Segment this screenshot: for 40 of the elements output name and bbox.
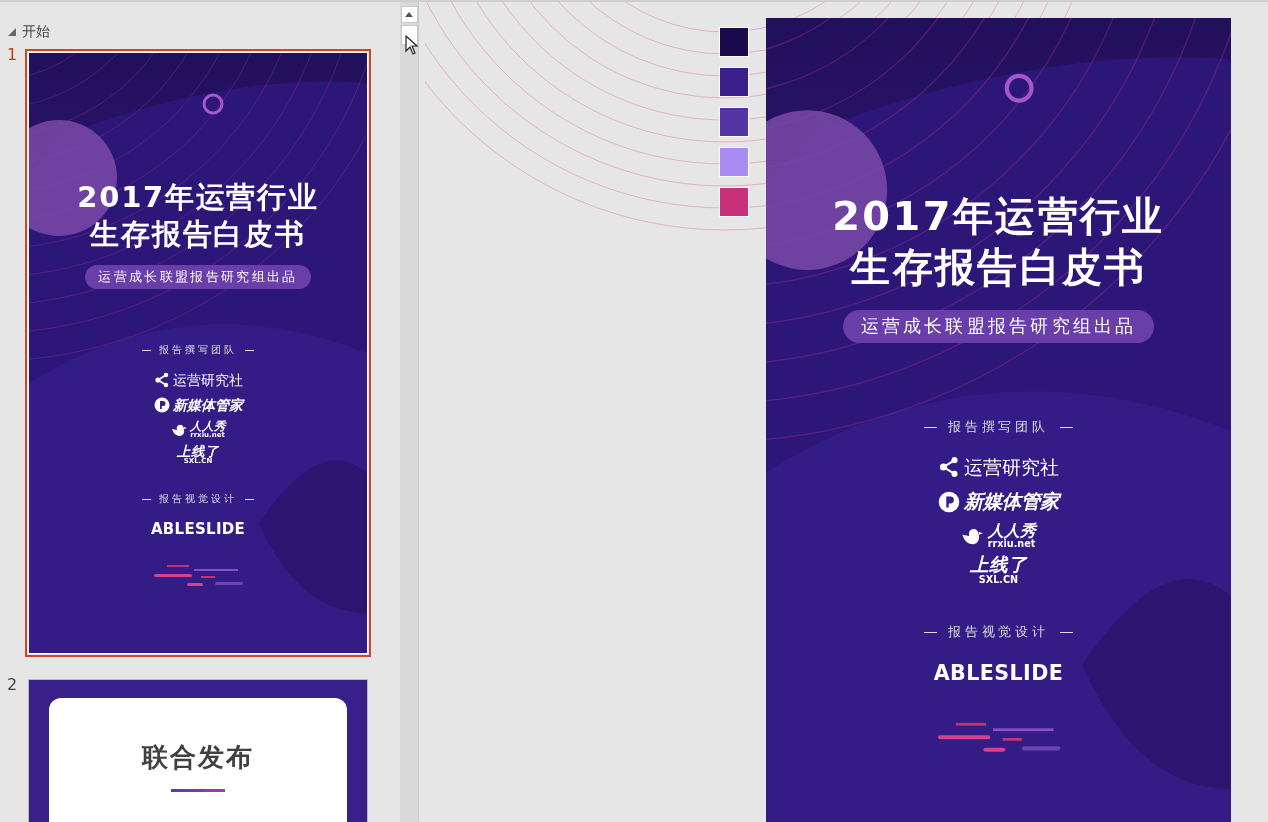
slide-thumbnail[interactable]: 联合发布 [28, 679, 368, 822]
color-swatch[interactable] [719, 67, 749, 97]
slide-title: 生存报告白皮书 [850, 243, 1147, 293]
share-icon [937, 456, 960, 479]
slide-title: 2017年运营行业 [832, 192, 1165, 242]
scroll-up-button[interactable] [400, 6, 418, 23]
designer-logo-text: ABLESLIDE [933, 660, 1064, 685]
section-label: 报告撰写团队 [159, 344, 237, 358]
section-label[interactable]: 开始 [22, 23, 50, 41]
designer-logo-text: ABLESLIDE [150, 520, 246, 539]
scroll-up-icon [405, 12, 413, 17]
logo-name: 人人秀 [987, 523, 1036, 540]
share-icon [153, 371, 170, 388]
cursor-icon [405, 35, 419, 55]
logo-name: 上线了 [177, 444, 219, 459]
color-swatch[interactable] [719, 107, 749, 137]
color-swatch[interactable] [719, 27, 749, 57]
p-badge-icon [153, 396, 170, 413]
logo-name: 运营研究社 [964, 457, 1060, 477]
logo-name: 上线了 [970, 556, 1027, 575]
logo-url: rrxiu.net [987, 539, 1036, 549]
slide-title: 2017年运营行业 [77, 179, 319, 216]
subtitle-pill: 运营成长联盟报告研究组出品 [842, 309, 1155, 343]
slide-title: 联合发布 [142, 741, 254, 774]
subtitle-pill: 运营成长联盟报告研究组出品 [85, 264, 311, 290]
slide-title: 生存报告白皮书 [90, 216, 306, 254]
logo-name: 人人秀 [189, 420, 226, 433]
logo-name: 新媒体管家 [964, 491, 1060, 512]
slide-number: 1 [6, 46, 19, 64]
slide-number: 2 [6, 676, 19, 694]
collapse-triangle-icon[interactable] [8, 28, 16, 36]
logo-name: 运营研究社 [172, 372, 243, 387]
section-label: 报告视觉设计 [947, 623, 1050, 642]
logo-name: 新媒体管家 [172, 397, 243, 412]
p-badge-icon [937, 490, 960, 513]
color-swatch[interactable] [719, 187, 749, 217]
section-label: 报告撰写团队 [947, 418, 1050, 437]
logo-url: SXL.CN [978, 574, 1019, 585]
color-swatch[interactable] [719, 147, 749, 177]
section-label: 报告视觉设计 [159, 493, 237, 507]
